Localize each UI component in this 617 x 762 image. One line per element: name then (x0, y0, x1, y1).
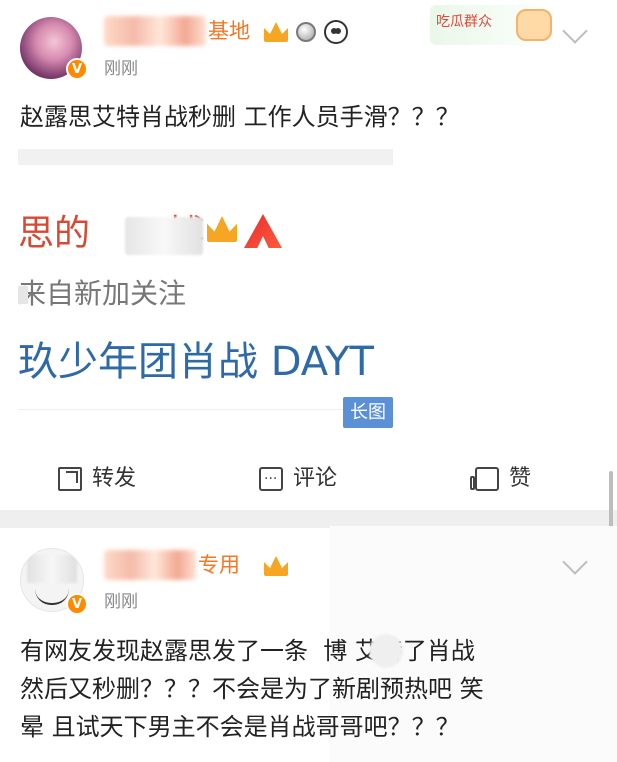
repost-icon (58, 467, 82, 491)
embedded-footer: 玖少年团肖战 DAYT (18, 339, 374, 385)
verified-icon: V (66, 593, 88, 615)
a-logo-icon (244, 214, 282, 248)
avatar-sketch-icon (35, 587, 69, 605)
blurred-username (104, 16, 206, 46)
crown-icon (264, 22, 288, 42)
comment-button[interactable]: 评论 (259, 464, 337, 494)
repost-button[interactable]: 转发 (58, 464, 136, 494)
crown-icon (264, 556, 288, 576)
embedded-separator (18, 409, 393, 410)
long-image-badge[interactable]: 长图 (343, 397, 393, 428)
post-time: 刚刚 (104, 592, 138, 612)
post-text: 赵露思艾特肖战秒删 工作人员手滑？？？ (20, 103, 460, 131)
embedded-left-marker (18, 286, 28, 304)
like-button[interactable]: 赞 (470, 464, 532, 494)
like-icon (470, 467, 499, 491)
username-suffix[interactable]: 专用 (198, 550, 240, 580)
blurred-text (125, 217, 203, 255)
sticker-text: 吃瓜群众 (436, 14, 492, 30)
chevron-down-icon[interactable] (562, 18, 588, 44)
blurred-avatar (27, 555, 77, 583)
post-text-line-2: 然后又秒删？？？不会是为了新剧预热吧 笑 (20, 675, 484, 703)
comment-label: 评论 (293, 466, 338, 491)
sticker: 吃瓜群众 (430, 5, 562, 45)
panda-icon (324, 20, 348, 44)
comment-icon (259, 464, 283, 494)
dog-sticker-icon (516, 9, 552, 41)
blurred-text (369, 634, 403, 668)
verified-icon: V (66, 58, 88, 80)
post-text-line-3: 晕 且试天下男主不会是肖战哥哥吧？？？ (20, 713, 460, 741)
post-time: 刚刚 (104, 59, 138, 79)
crown-icon (207, 216, 237, 242)
repost-label: 转发 (92, 466, 137, 491)
panda-face-icon (324, 20, 348, 44)
username-suffix[interactable]: 基地 (208, 16, 250, 46)
like-label: 赞 (509, 466, 532, 491)
embedded-image-top-bar (18, 149, 393, 165)
post-text-line-1: 有网友发现赵露思发了一条 博 艾特了肖战 (20, 637, 475, 665)
blurred-username (104, 550, 196, 580)
medal-icon (296, 22, 316, 42)
embedded-subtitle: 来自新加关注 (18, 277, 187, 310)
embedded-title-prefix: 思的 (18, 213, 91, 254)
